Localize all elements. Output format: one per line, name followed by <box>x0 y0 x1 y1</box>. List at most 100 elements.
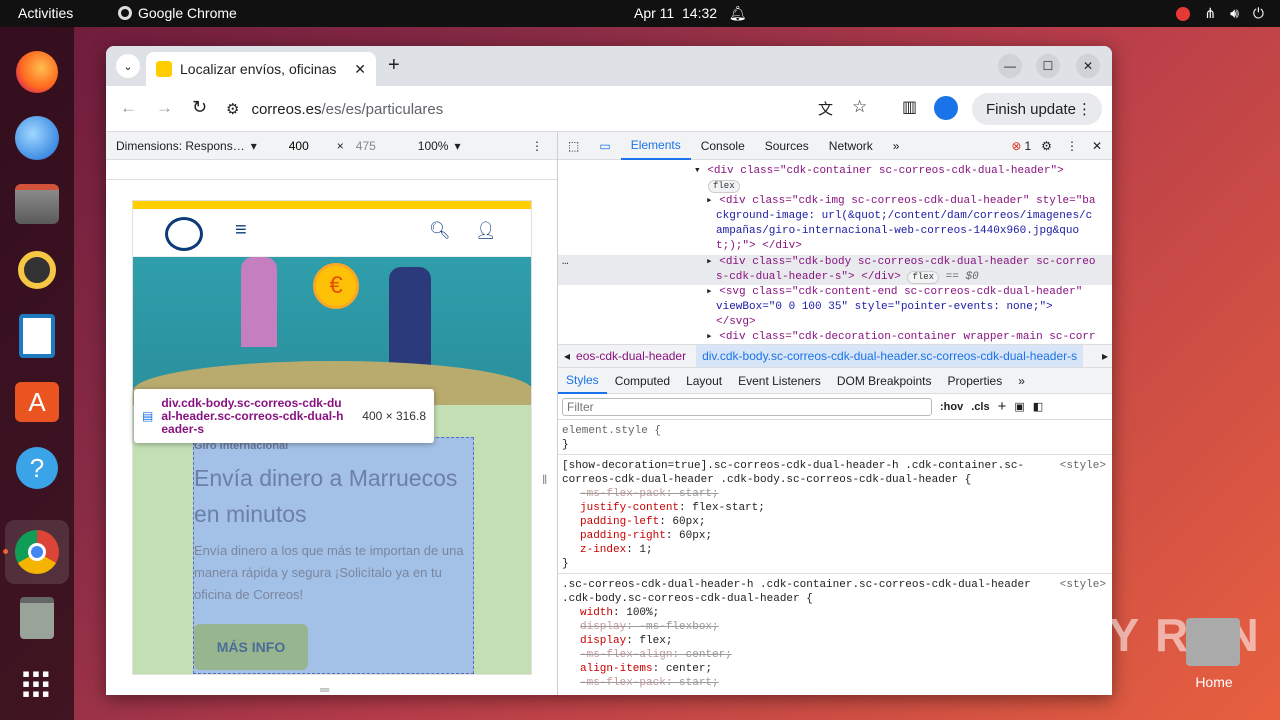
bottom-resize-icon[interactable]: ═ <box>320 682 329 695</box>
css-property[interactable]: justify-content: flex-start; <box>562 501 1108 515</box>
close-window-icon[interactable]: ✕ <box>1076 54 1100 78</box>
side-panel-icon[interactable]: ▥ <box>902 97 917 117</box>
crumb-active[interactable]: div.cdk-body.sc-correos-cdk-dual-header.… <box>696 345 1084 367</box>
styles-filter-input[interactable] <box>562 397 932 416</box>
app-center-icon[interactable]: A <box>12 377 62 427</box>
system-tray[interactable]: ⋔ 🔊︎ ⏻ <box>1176 5 1264 22</box>
paint-icon[interactable]: ▣ <box>1014 400 1024 413</box>
css-property[interactable]: -ms-flex-pack: start; <box>562 676 1108 690</box>
dom-line[interactable]: ▾ <div class="cdk-container sc-correos-c… <box>694 164 1064 179</box>
clock[interactable]: Apr 11 14:32 🔔︎ <box>634 5 747 22</box>
address-bar[interactable]: ⚙︎ correos.es/es/es/particulares <box>226 93 876 125</box>
flex-badge[interactable]: flex <box>708 179 740 194</box>
tab-console[interactable]: Console <box>691 132 755 160</box>
crumb-scroll-right-icon[interactable]: ▸ <box>1102 349 1108 363</box>
dimensions-select[interactable]: Dimensions: Respons… <box>116 139 245 153</box>
trash-icon[interactable] <box>12 593 62 643</box>
chrome-icon <box>118 6 132 20</box>
files-icon[interactable] <box>12 179 62 229</box>
flex-badge-2[interactable]: flex <box>907 271 940 284</box>
tab-sources[interactable]: Sources <box>755 132 819 160</box>
app-menu[interactable]: Google Chrome <box>118 5 237 21</box>
home-folder[interactable]: Home <box>1186 618 1242 690</box>
zoom-select[interactable]: 100% <box>418 139 449 153</box>
finish-update-button[interactable]: Finish update ⋮ <box>971 93 1102 125</box>
forward-icon[interactable]: → <box>156 98 173 118</box>
style-rule-1[interactable]: <style> [show-decoration=true].sc-correo… <box>558 455 1112 574</box>
css-property[interactable]: z-index: 1; <box>562 543 1108 557</box>
dom-line[interactable]: ▸ <div class="cdk-body sc-correos-cdk-du… <box>706 255 1096 270</box>
css-property[interactable]: width: 100%; <box>562 606 1108 620</box>
css-property-value: flex <box>639 635 666 647</box>
css-property[interactable]: display: -ms-flexbox; <box>562 620 1108 634</box>
css-property[interactable]: padding-left: 60px; <box>562 515 1108 529</box>
cls-toggle[interactable]: .cls <box>971 401 989 413</box>
styles-subtabs: Styles Computed Layout Event Listeners D… <box>558 368 1112 394</box>
device-more-icon[interactable]: ⋮ <box>531 139 543 153</box>
height-input[interactable] <box>349 135 398 156</box>
tab-search-icon[interactable]: ⌄ <box>116 54 140 78</box>
style-rule-2[interactable]: <style> .sc-correos-cdk-dual-header-h .c… <box>558 574 1112 692</box>
subtab-layout[interactable]: Layout <box>678 368 730 394</box>
devtools-more-icon[interactable]: ⋮ <box>1062 132 1082 160</box>
error-badge[interactable]: ⊗ 1 <box>1011 139 1031 153</box>
crumb-prev[interactable]: eos-cdk-dual-header <box>576 349 696 363</box>
subtab-styles[interactable]: Styles <box>558 368 607 394</box>
css-property[interactable]: display: flex; <box>562 634 1108 648</box>
writer-icon[interactable] <box>12 311 62 361</box>
rule-source[interactable]: <style> <box>1060 459 1106 473</box>
firefox-icon[interactable] <box>12 47 62 97</box>
css-property[interactable]: -ms-flex-pack: start; <box>562 487 1108 501</box>
translate-icon[interactable]: 文 <box>818 98 833 119</box>
activities-button[interactable]: Activities <box>18 5 73 21</box>
more-subtabs-icon[interactable]: » <box>1010 368 1033 394</box>
sidebar-toggle-icon[interactable]: ◧ <box>1033 400 1043 413</box>
subtab-dom-breakpoints[interactable]: DOM Breakpoints <box>829 368 940 394</box>
tab-correos[interactable]: Localizar envíos, oficinas ✕ <box>146 52 376 86</box>
rhythmbox-icon[interactable] <box>12 245 62 295</box>
dom-line[interactable]: ▸ <div class="cdk-decoration-container w… <box>706 330 1096 344</box>
help-icon[interactable]: ? <box>12 443 62 493</box>
new-tab-icon[interactable]: + <box>388 54 400 77</box>
user-icon[interactable]: 👤︎ <box>475 221 497 241</box>
maximize-icon[interactable]: ☐ <box>1036 54 1060 78</box>
profile-icon[interactable] <box>934 96 958 120</box>
subtab-event-listeners[interactable]: Event Listeners <box>730 368 829 394</box>
dom-line[interactable]: ▸ <svg class="cdk-content-end sc-correos… <box>706 285 1082 300</box>
element-style-rule[interactable]: element.style { } <box>558 420 1112 455</box>
hov-toggle[interactable]: :hov <box>940 401 963 413</box>
tab-elements[interactable]: Elements <box>620 132 691 160</box>
bookmark-icon[interactable]: ☆ <box>852 97 867 117</box>
crumb-scroll-left-icon[interactable]: ◂ <box>558 349 576 363</box>
tab-network[interactable]: Network <box>819 132 883 160</box>
close-tab-icon[interactable]: ✕ <box>354 61 366 78</box>
subtab-computed[interactable]: Computed <box>607 368 678 394</box>
css-property[interactable]: align-items: center; <box>562 662 1108 676</box>
add-rule-icon[interactable]: + <box>998 398 1007 415</box>
subtab-properties[interactable]: Properties <box>940 368 1011 394</box>
settings-icon[interactable]: ⚙︎ <box>1031 132 1062 160</box>
site-info-icon[interactable]: ⚙︎ <box>226 100 239 118</box>
minimize-icon[interactable]: — <box>998 54 1022 78</box>
more-tabs-icon[interactable]: » <box>883 132 910 160</box>
close-devtools-icon[interactable]: ✕ <box>1082 132 1112 160</box>
rule-source[interactable]: <style> <box>1060 578 1106 592</box>
menu-icon[interactable]: ≡ <box>235 219 247 242</box>
css-property-value: start <box>679 488 713 500</box>
device-toggle-icon[interactable]: ▭ <box>589 132 620 160</box>
search-icon[interactable]: 🔍︎ <box>429 221 451 241</box>
css-property[interactable]: -ms-flex-align: center; <box>562 648 1108 662</box>
back-icon[interactable]: ← <box>120 98 137 118</box>
chrome-dock-icon[interactable] <box>5 520 69 584</box>
brand-bar <box>133 201 531 209</box>
resize-handle-icon[interactable]: ‖ <box>542 472 547 487</box>
dom-line[interactable]: ▸ <div class="cdk-img sc-correos-cdk-dua… <box>706 194 1096 209</box>
thunderbird-icon[interactable] <box>12 113 62 163</box>
more-info-button[interactable]: MÁS INFO <box>194 624 308 670</box>
css-property[interactable]: padding-right: 60px; <box>562 529 1108 543</box>
inspect-icon[interactable]: ⬚ <box>558 132 589 160</box>
show-apps-icon[interactable]: ▪▪▪ ▪▪▪ ▪▪▪ <box>12 659 62 709</box>
correos-logo-icon[interactable] <box>165 217 203 251</box>
width-input[interactable] <box>282 135 331 156</box>
reload-icon[interactable]: ↻ <box>192 97 207 118</box>
